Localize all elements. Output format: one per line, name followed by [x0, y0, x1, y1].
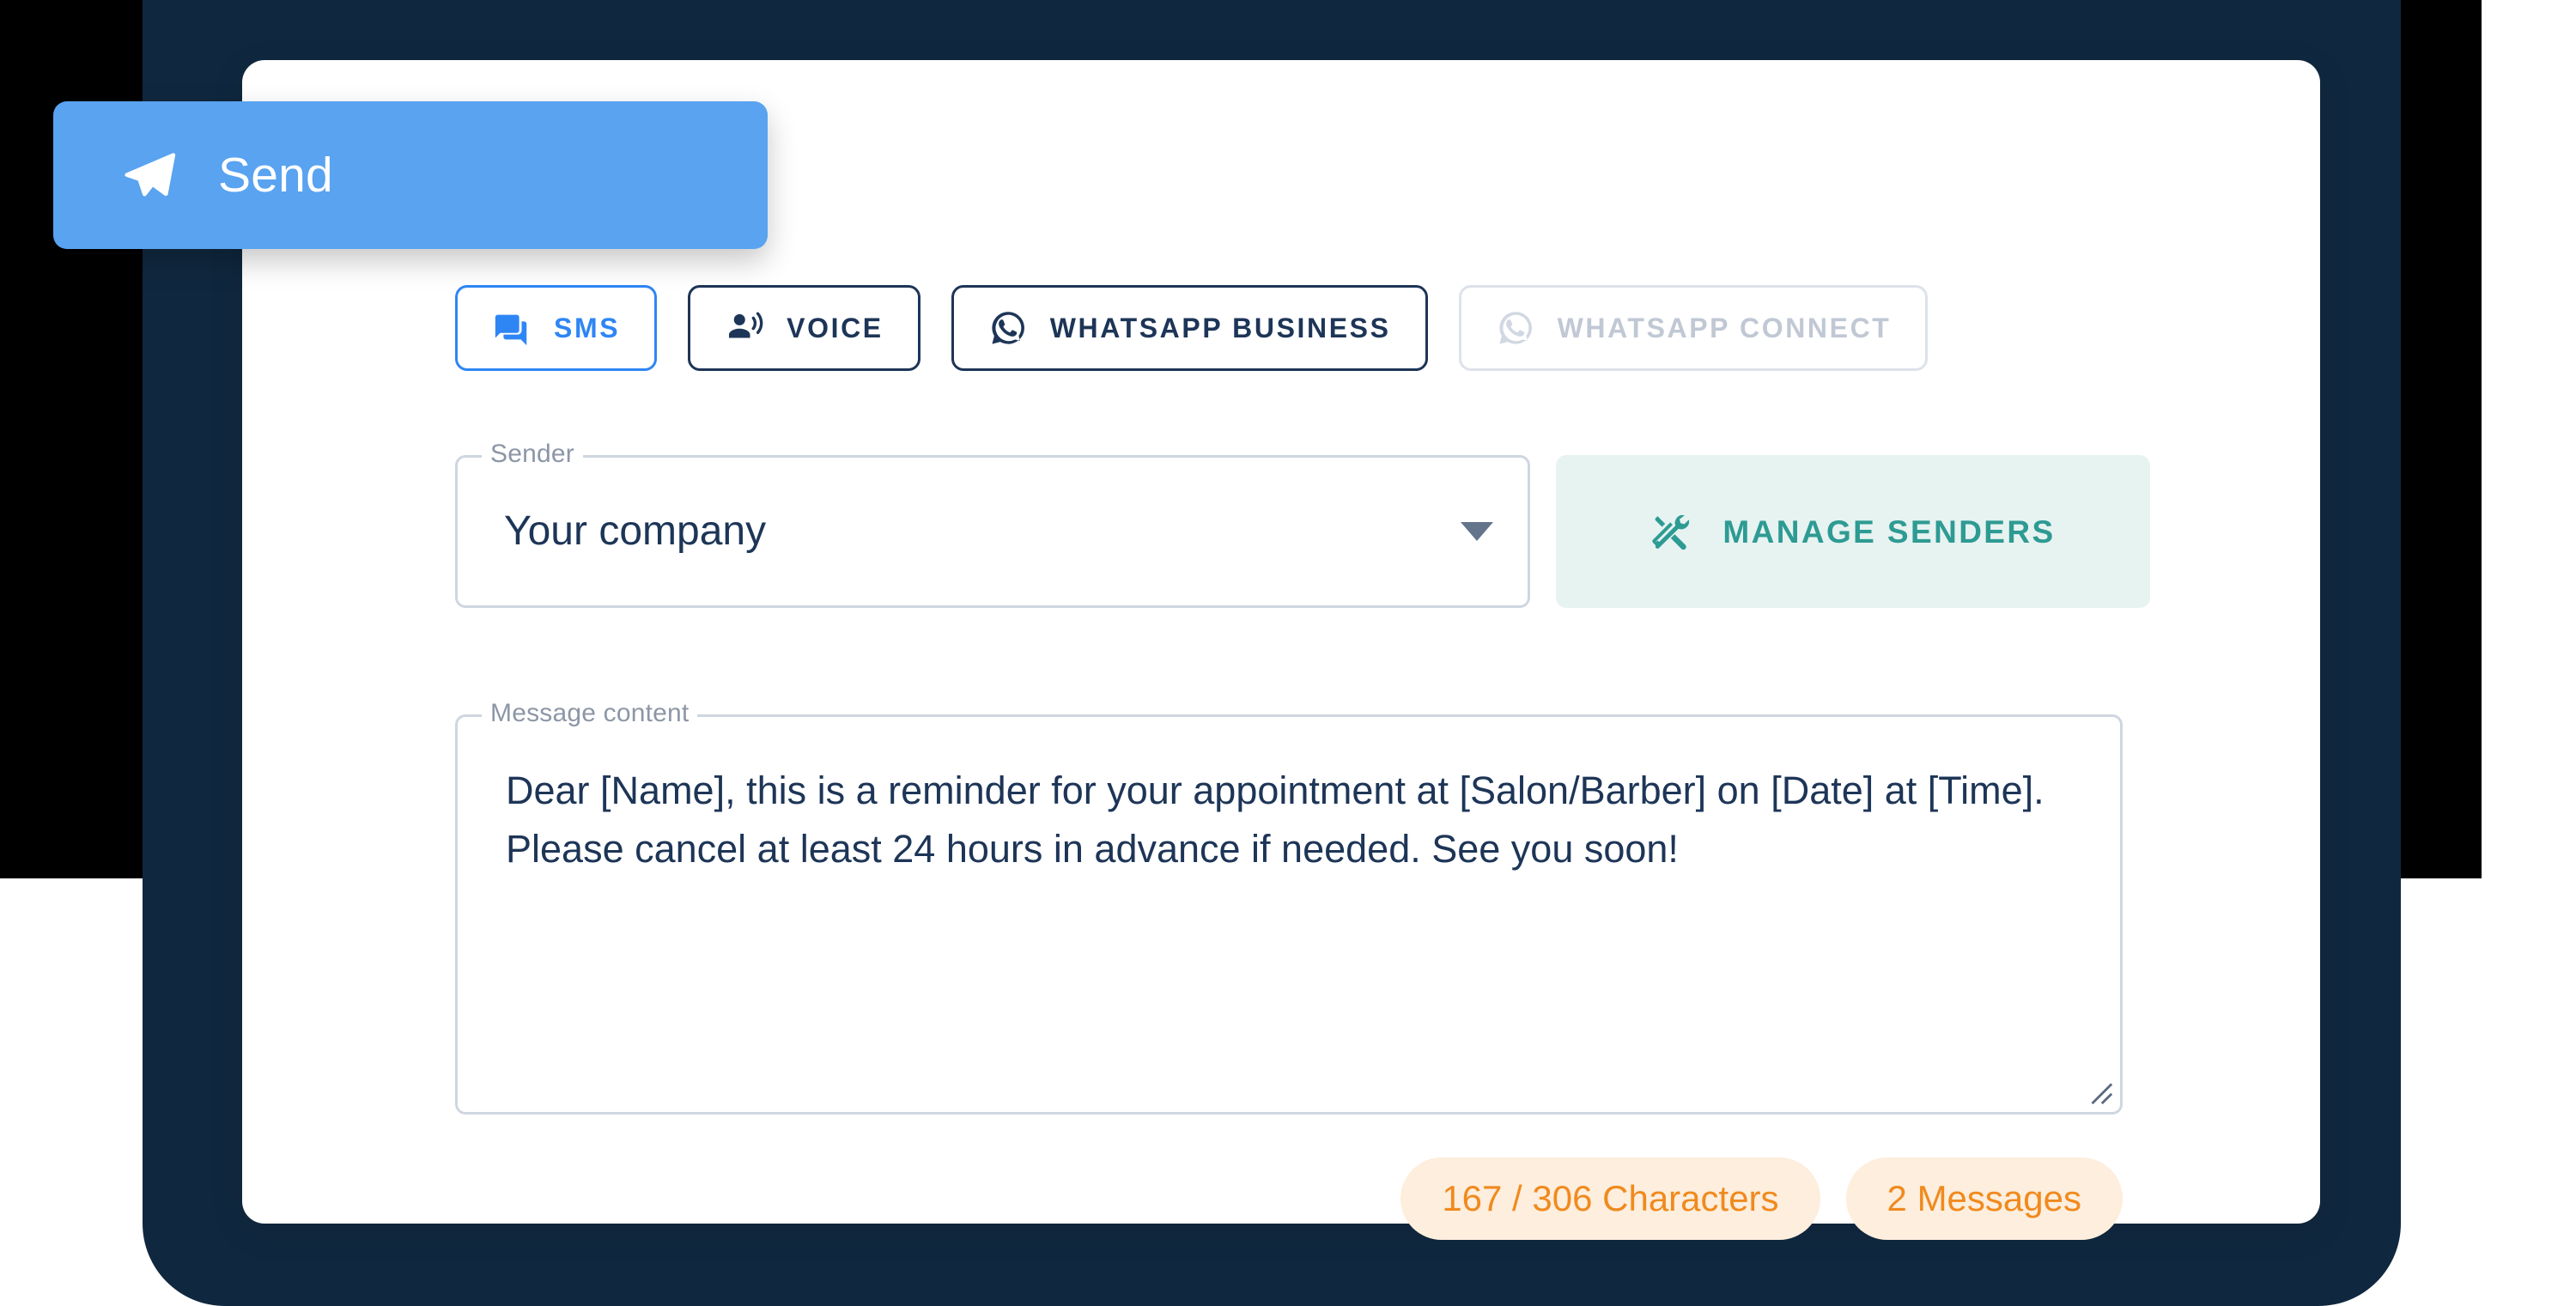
whatsapp-icon — [1496, 308, 1535, 348]
tab-whatsapp-connect: WHATSAPP CONNECT — [1458, 285, 1929, 371]
chevron-down-icon[interactable] — [1461, 522, 1493, 541]
message-count-badge: 2 Messages — [1845, 1157, 2123, 1240]
tab-sms[interactable]: SMS — [455, 285, 658, 371]
sender-field-legend: Sender — [482, 441, 583, 467]
message-content-input[interactable] — [458, 717, 2120, 1112]
tab-whatsapp-business[interactable]: WHATSAPP BUSINESS — [951, 285, 1428, 371]
tab-voice[interactable]: VOICE — [688, 285, 920, 371]
tab-whatsapp-business-label: WHATSAPP BUSINESS — [1049, 313, 1391, 343]
record-voice-over-icon — [725, 308, 764, 348]
channel-tabs: SMS VOICE WHATSAPP BUSINESS WHATSAPP CON… — [455, 285, 1929, 371]
tab-voice-label: VOICE — [787, 313, 884, 343]
send-paper-plane-icon — [122, 148, 177, 203]
sender-selected-value: Your company — [504, 508, 767, 554]
message-stats-row: 167 / 306 Characters 2 Messages — [455, 1157, 2123, 1240]
sender-select[interactable]: Sender Your company — [455, 441, 1530, 608]
handyman-tools-icon — [1650, 511, 1692, 552]
sender-row: Sender Your company MANAGE SENDERS — [455, 441, 2150, 608]
message-content-field: Message content — [455, 701, 2123, 1115]
tab-whatsapp-connect-label: WHATSAPP CONNECT — [1557, 313, 1892, 343]
whatsapp-icon — [988, 308, 1028, 348]
manage-senders-button[interactable]: MANAGE SENDERS — [1556, 455, 2150, 608]
send-button[interactable]: Send — [53, 101, 768, 249]
textarea-resize-handle[interactable] — [2085, 1077, 2114, 1106]
tab-sms-label: SMS — [554, 313, 621, 343]
forum-chat-bubbles-icon — [492, 308, 532, 348]
manage-senders-label: MANAGE SENDERS — [1722, 513, 2056, 550]
character-count-badge: 167 / 306 Characters — [1400, 1157, 1820, 1240]
send-button-label: Send — [218, 147, 333, 203]
